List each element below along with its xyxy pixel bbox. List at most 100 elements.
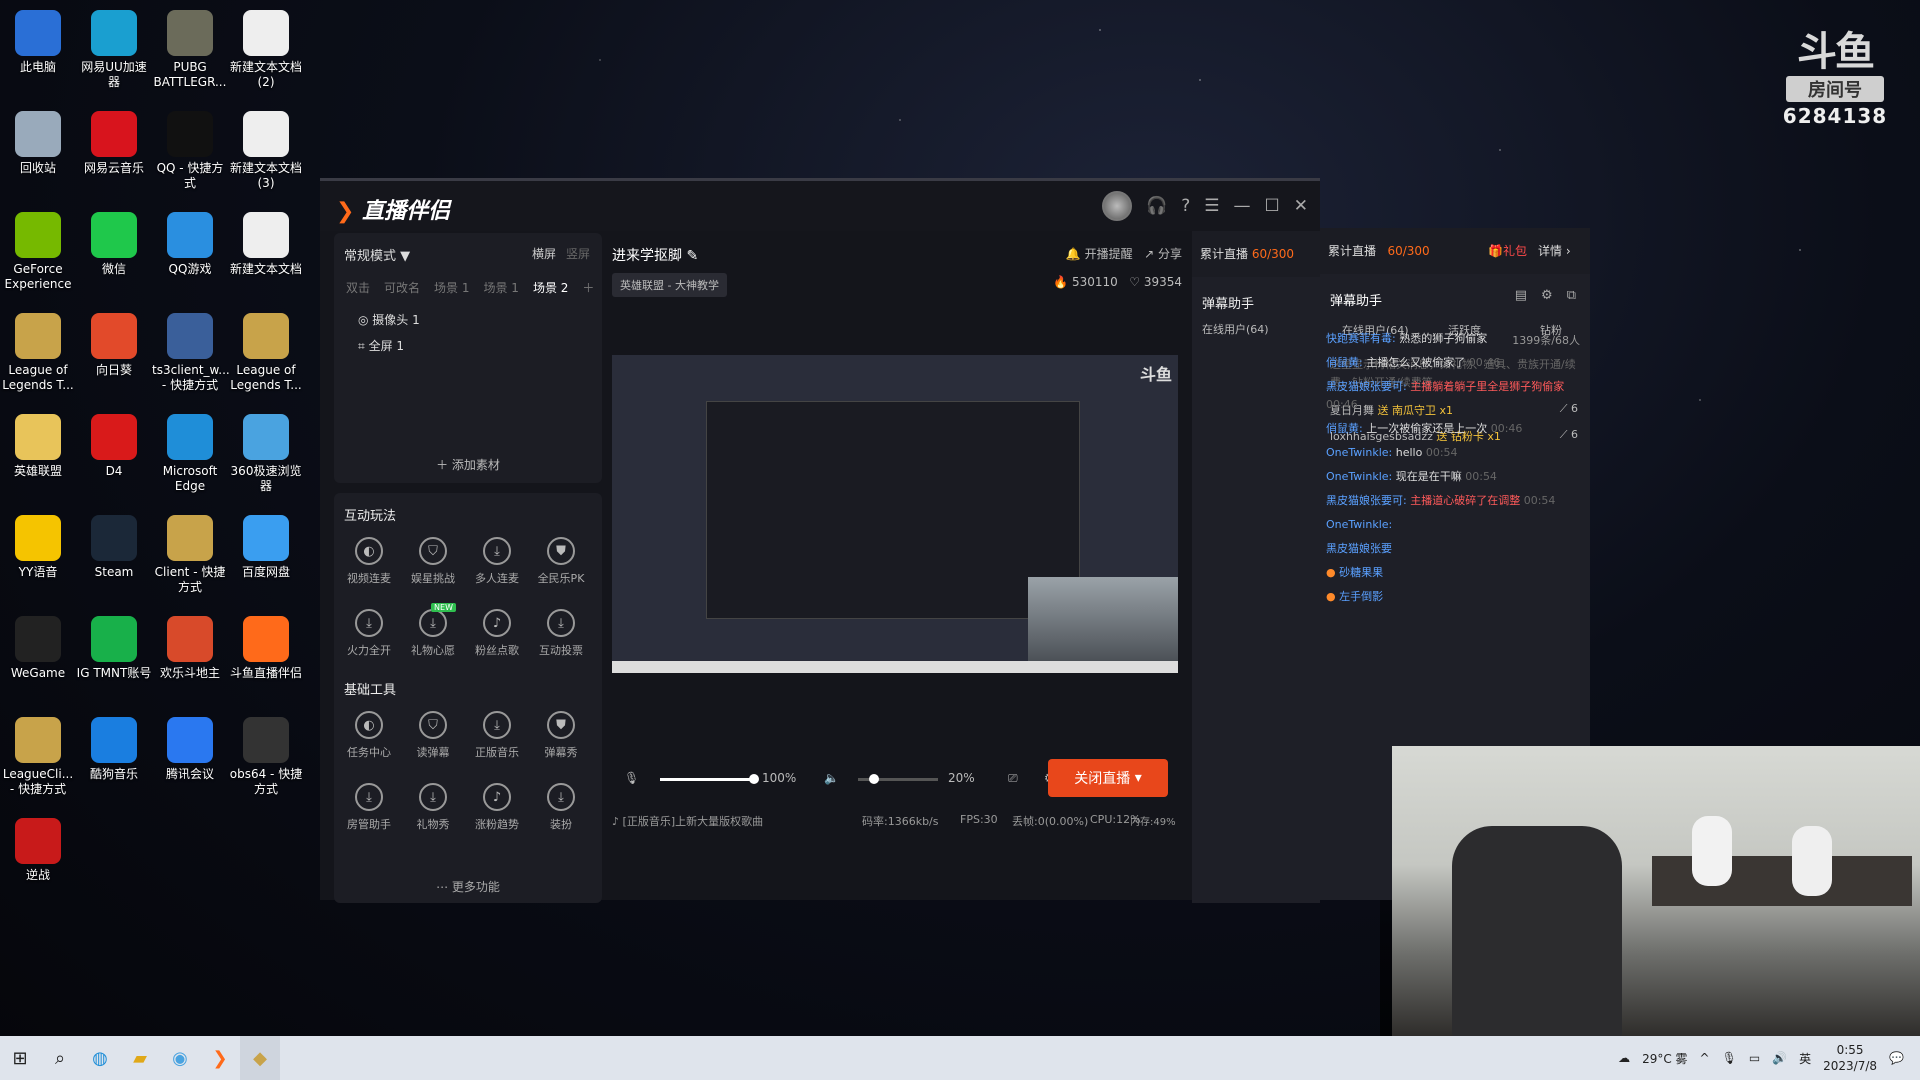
interactive-tool[interactable]: ⛊ 全民乐PK	[530, 537, 592, 586]
desktop-icon[interactable]: Microsoft Edge	[152, 410, 228, 494]
more-features-button[interactable]: ⋯ 更多功能	[334, 878, 602, 895]
source-camera[interactable]: ◎ 摄像头 1	[358, 311, 420, 328]
desktop-icon[interactable]: 新建文本文档	[228, 208, 304, 277]
portrait-tab[interactable]: 竖屏	[566, 247, 590, 261]
desktop-icon[interactable]: IG TMNT账号	[76, 612, 152, 681]
interactive-tool[interactable]: ⤓ 多人连麦	[466, 537, 528, 586]
desktop-icon[interactable]: LeagueCli... - 快捷方式	[0, 713, 76, 797]
interactive-tool[interactable]: ⛉ 娱星挑战	[402, 537, 464, 586]
interactive-tool[interactable]: ⤓ 礼物心愿 NEW	[402, 603, 464, 658]
desktop-icon[interactable]: 新建文本文档 (3)	[228, 107, 304, 191]
stream-preview[interactable]: 斗鱼	[612, 355, 1178, 673]
desktop-icon[interactable]: 360极速浏览器	[228, 410, 304, 494]
basic-tool[interactable]: ◐ 任务中心	[338, 711, 400, 760]
basic-tool[interactable]: ⤓ 房管助手	[338, 783, 400, 832]
basic-tool[interactable]: ⤓ 正版音乐	[466, 711, 528, 760]
desktop-icon[interactable]: 网易云音乐	[76, 107, 152, 176]
interactive-tool[interactable]: ♪ 粉丝点歌	[466, 609, 528, 658]
chat-user[interactable]: 俏鼠黄:	[1326, 422, 1363, 435]
maximize-icon[interactable]: ☐	[1265, 196, 1280, 216]
menu-icon[interactable]: ☰	[1204, 196, 1219, 216]
chat-user[interactable]: 俏鼠黄:	[1326, 356, 1363, 369]
share-icon[interactable]: ↗	[1144, 247, 1154, 261]
mic-slider-knob[interactable]	[749, 774, 759, 784]
desktop-icon[interactable]: 欢乐斗地主	[152, 612, 228, 681]
tab-scene-1b[interactable]: 场景 1	[483, 279, 518, 296]
tray-chevron-icon[interactable]: ^	[1700, 1051, 1710, 1065]
add-material-button[interactable]: ＋ 添加素材	[334, 456, 602, 473]
list-icon[interactable]: ▤	[1515, 288, 1527, 303]
gear-icon[interactable]: ⚙	[1541, 288, 1553, 303]
popout-icon[interactable]: ⧉	[1567, 288, 1576, 303]
desktop-icon[interactable]: obs64 - 快捷方式	[228, 713, 304, 797]
douyu-taskbar-icon[interactable]: ❯	[200, 1036, 240, 1080]
interactive-tool[interactable]: ◐ 视频连麦	[338, 537, 400, 586]
headset-icon[interactable]: 🎧	[1146, 196, 1167, 216]
desktop-icon[interactable]: GeForce Experience	[0, 208, 76, 292]
avatar[interactable]	[1102, 191, 1133, 221]
desktop-icon[interactable]: 网易UU加速器	[76, 6, 152, 90]
category-tag[interactable]: 英雄联盟 - 大神教学	[612, 273, 727, 297]
chat-user[interactable]: 黑皮猫娘张要可:	[1326, 494, 1407, 507]
desktop-icon[interactable]: League of Legends T...	[228, 309, 304, 393]
league-taskbar-icon[interactable]: ◆	[240, 1036, 280, 1080]
desktop-icon[interactable]: YY语音	[0, 511, 76, 580]
interactive-tool[interactable]: ⤓ 互动投票	[530, 609, 592, 658]
bell-icon[interactable]: 🔔	[1066, 247, 1081, 261]
speaker-icon[interactable]: 🔈	[824, 771, 839, 785]
weather[interactable]: 29°C 雾	[1642, 1050, 1687, 1067]
desktop-icon[interactable]: 微信	[76, 208, 152, 277]
camera-icon[interactable]: ⎚	[1008, 771, 1018, 786]
desktop-icon[interactable]: Steam	[76, 511, 152, 580]
detail-link[interactable]: 详情 ›	[1538, 242, 1571, 259]
start-icon[interactable]: ⊞	[0, 1036, 40, 1080]
chat-user[interactable]: OneTwinkle:	[1326, 518, 1392, 531]
chat-user[interactable]: 黑皮猫娘张要	[1326, 542, 1392, 555]
speaker-slider-knob[interactable]	[869, 774, 879, 784]
interactive-tool[interactable]: ⤓ 火力全开	[338, 609, 400, 658]
browser-taskbar-icon[interactable]: ◉	[160, 1036, 200, 1080]
end-stream-button[interactable]: 关闭直播 ▾	[1048, 759, 1168, 797]
landscape-tab[interactable]: 横屏	[532, 247, 556, 261]
basic-tool[interactable]: ⛉ 读弹幕	[402, 711, 464, 760]
desktop-icon[interactable]: WeGame	[0, 612, 76, 681]
desktop-icon[interactable]: ts3client_w... - 快捷方式	[152, 309, 230, 393]
mic-tray-icon[interactable]: 🎙	[1722, 1051, 1737, 1065]
desktop-icon[interactable]: 酷狗音乐	[76, 713, 152, 782]
explorer-taskbar-icon[interactable]: ▰	[120, 1036, 160, 1080]
stream-title[interactable]: 进来学抠脚 ✎	[612, 245, 698, 265]
desktop-icon[interactable]: 腾讯会议	[152, 713, 228, 782]
edge-taskbar-icon[interactable]: ◍	[80, 1036, 120, 1080]
volume-icon[interactable]: 🔊	[1772, 1051, 1787, 1065]
help-icon[interactable]: ?	[1181, 196, 1190, 216]
chat-user[interactable]: 黑皮猫娘张要可:	[1326, 380, 1407, 393]
gift-pack-button[interactable]: 🎁礼包	[1488, 242, 1527, 259]
desktop-icon[interactable]: Client - 快捷方式	[152, 511, 228, 595]
desktop-icon[interactable]: 此电脑	[0, 6, 76, 75]
desktop-icon[interactable]: 向日葵	[76, 309, 152, 378]
desktop-icon[interactable]: 回收站	[0, 107, 76, 176]
tab-online-users[interactable]: 在线用户(64)	[1202, 321, 1269, 337]
desktop-icon[interactable]: QQ游戏	[152, 208, 228, 277]
desktop-icon[interactable]: 新建文本文档 (2)	[228, 6, 304, 90]
chat-user[interactable]: OneTwinkle:	[1326, 446, 1392, 459]
chat-user[interactable]: 左手倒影	[1339, 590, 1383, 603]
music-notice[interactable]: [正版音乐]上新大量版权歌曲	[623, 815, 764, 828]
mic-icon[interactable]: 🎙	[624, 771, 639, 785]
basic-tool[interactable]: ⤓ 礼物秀	[402, 783, 464, 832]
tab-scene-2[interactable]: 场景 2	[533, 279, 568, 296]
desktop-icon[interactable]: 百度网盘	[228, 511, 304, 580]
chat-user[interactable]: 砂糖果果	[1339, 566, 1383, 579]
close-icon[interactable]: ✕	[1294, 196, 1308, 216]
chat-user[interactable]: OneTwinkle:	[1326, 470, 1392, 483]
share-button[interactable]: 分享	[1158, 247, 1182, 261]
desktop-icon[interactable]: League of Legends T...	[0, 309, 76, 393]
network-icon[interactable]: ▭	[1749, 1051, 1760, 1065]
desktop-icon[interactable]: 斗鱼直播伴侣	[228, 612, 304, 681]
desktop-icon[interactable]: 英雄联盟	[0, 410, 76, 479]
desktop-icon[interactable]: D4	[76, 410, 152, 479]
desktop-icon[interactable]: 逆战	[0, 814, 76, 883]
add-scene-icon[interactable]: ＋	[582, 279, 594, 296]
remind-button[interactable]: 开播提醒	[1085, 247, 1133, 261]
clock[interactable]: 0:55 2023/7/8	[1823, 1042, 1877, 1074]
